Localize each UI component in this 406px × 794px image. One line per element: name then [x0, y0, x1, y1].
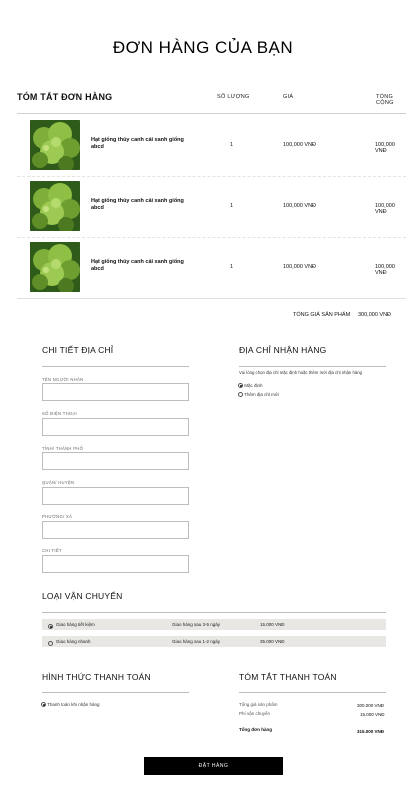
delivery-option-label: Mặc định	[244, 383, 263, 388]
delivery-address-hint: Vui lòng chọn địa chỉ mặc định hoặc thêm…	[239, 370, 363, 375]
column-price-header: GIÁ	[283, 94, 294, 100]
order-total-value: 315.000 VNĐ	[357, 729, 385, 734]
product-name[interactable]: Hạt giống thủy canh cải xanh giống abcd	[91, 198, 191, 212]
radio-selected-icon[interactable]	[41, 702, 46, 708]
subtotal-label: TỔNG GIÁ SẢN PHẨM	[293, 312, 351, 318]
product-line-total: 100,000 VNĐ	[375, 142, 395, 154]
shipping-option-price: 35.000 VNĐ	[260, 639, 285, 644]
radio-unselected-icon[interactable]	[48, 641, 53, 646]
column-total-header: TỔNG CỘNG	[376, 94, 394, 106]
product-line-total: 100,000 VNĐ	[375, 203, 395, 215]
order-summary-title: TÓM TẮT ĐƠN HÀNG	[17, 92, 113, 102]
delivery-option-new[interactable]: Thêm địa chỉ mới	[238, 392, 279, 398]
product-thumbnail-broccoli-image[interactable]	[30, 120, 80, 170]
delivery-address-title: ĐỊA CHỈ NHẬN HÀNG	[239, 345, 327, 355]
delivery-title-divider	[239, 366, 386, 367]
page-title: ĐƠN HÀNG CỦA BẠN	[112, 38, 294, 57]
product-thumbnail-broccoli-image[interactable]	[30, 181, 80, 231]
shipping-option-express[interactable]: Giao hàng nhanh Giao hàng sau 1-2 ngày 3…	[42, 636, 386, 647]
order-summary-header: TÓM TẮT ĐƠN HÀNG SỐ LƯỢNG GIÁ TỔNG CỘNG	[17, 92, 406, 106]
product-quantity: 1	[230, 203, 234, 209]
shipping-option-economy[interactable]: Giao hàng tiết kiệm Giao hàng sau 3-5 ng…	[42, 619, 386, 630]
product-price: 100,000 VNĐ	[283, 264, 317, 270]
payment-title-divider	[42, 692, 189, 693]
subtotal-value: 300,000 VNĐ	[358, 312, 392, 318]
phone-label: SỐ ĐIỆN THOẠI	[42, 411, 78, 416]
payment-summary-divider	[239, 692, 386, 693]
product-quantity: 1	[230, 142, 234, 148]
payment-option-cod[interactable]: Thanh toán khi nhận hàng	[41, 702, 100, 708]
province-label: TỈNH/ THÀNH PHỐ	[42, 446, 84, 451]
order-item-row: Hạt giống thủy canh cải xanh giống abcd …	[17, 115, 406, 176]
shipping-title-divider	[42, 612, 386, 613]
product-quantity: 1	[230, 264, 234, 270]
address-details-title: CHI TIẾT ĐỊA CHỈ	[42, 345, 114, 355]
shipping-fee-label: Phí vận chuyển	[239, 711, 271, 716]
province-field[interactable]	[42, 452, 189, 470]
ward-label: PHƯỜNG/ XÃ	[42, 514, 73, 519]
address-title-divider	[42, 366, 189, 367]
product-name[interactable]: Hạt giống thủy canh cải xanh giống abcd	[91, 259, 191, 273]
shipping-option-label: Giao hàng nhanh	[56, 639, 91, 644]
product-total-value: 300.000 VNĐ	[357, 703, 385, 708]
radio-selected-icon[interactable]	[238, 383, 243, 389]
address-detail-field[interactable]	[42, 555, 189, 573]
shipping-type-title: LOẠI VẬN CHUYỂN	[42, 591, 123, 601]
product-name[interactable]: Hạt giống thủy canh cải xanh giống abcd	[91, 137, 191, 151]
items-end-divider	[17, 298, 406, 299]
product-line-total: 100,000 VNĐ	[375, 264, 395, 276]
order-item-row: Hạt giống thủy canh cải xanh giống abcd …	[17, 237, 406, 298]
shipping-fee-value: 15.000 VNĐ	[360, 712, 385, 717]
phone-field[interactable]	[42, 418, 189, 436]
delivery-option-default[interactable]: Mặc định	[238, 383, 263, 389]
payment-method-title: HÌNH THỨC THANH TOÁN	[42, 672, 151, 682]
place-order-button[interactable]: ĐẶT HÀNG	[144, 757, 283, 775]
shipping-option-eta: Giao hàng sau 1-2 ngày	[172, 639, 221, 644]
address-detail-label: CHI TIẾT	[42, 548, 62, 553]
ward-field[interactable]	[42, 521, 189, 539]
product-thumbnail-broccoli-image[interactable]	[30, 242, 80, 292]
payment-option-label: Thanh toán khi nhận hàng	[47, 702, 100, 707]
product-price: 100,000 VNĐ	[283, 203, 317, 209]
payment-summary-title: TÓM TẮT THANH TOÁN	[239, 672, 337, 682]
shipping-option-label: Giao hàng tiết kiệm	[56, 622, 95, 627]
order-item-row: Hạt giống thủy canh cải xanh giống abcd …	[17, 176, 406, 237]
product-price: 100,000 VNĐ	[283, 142, 317, 148]
radio-selected-icon[interactable]	[48, 624, 53, 629]
shipping-option-price: 15.000 VNĐ	[260, 622, 285, 627]
summary-header-divider	[17, 113, 406, 114]
delivery-option-label: Thêm địa chỉ mới	[244, 392, 279, 397]
shipping-option-eta: Giao hàng sau 3-5 ngày	[172, 622, 221, 627]
column-quantity-header: SỐ LƯỢNG	[217, 94, 250, 100]
product-total-label: Tổng giá sản phẩm	[239, 702, 278, 707]
district-label: QUẬN/ HUYỆN	[42, 480, 75, 485]
radio-unselected-icon[interactable]	[238, 392, 243, 398]
recipient-name-label: TÊN NGƯỜI NHẬN	[42, 377, 84, 382]
district-field[interactable]	[42, 487, 189, 505]
recipient-name-field[interactable]	[42, 383, 189, 401]
order-total-label: Tổng đơn hàng	[239, 727, 272, 732]
